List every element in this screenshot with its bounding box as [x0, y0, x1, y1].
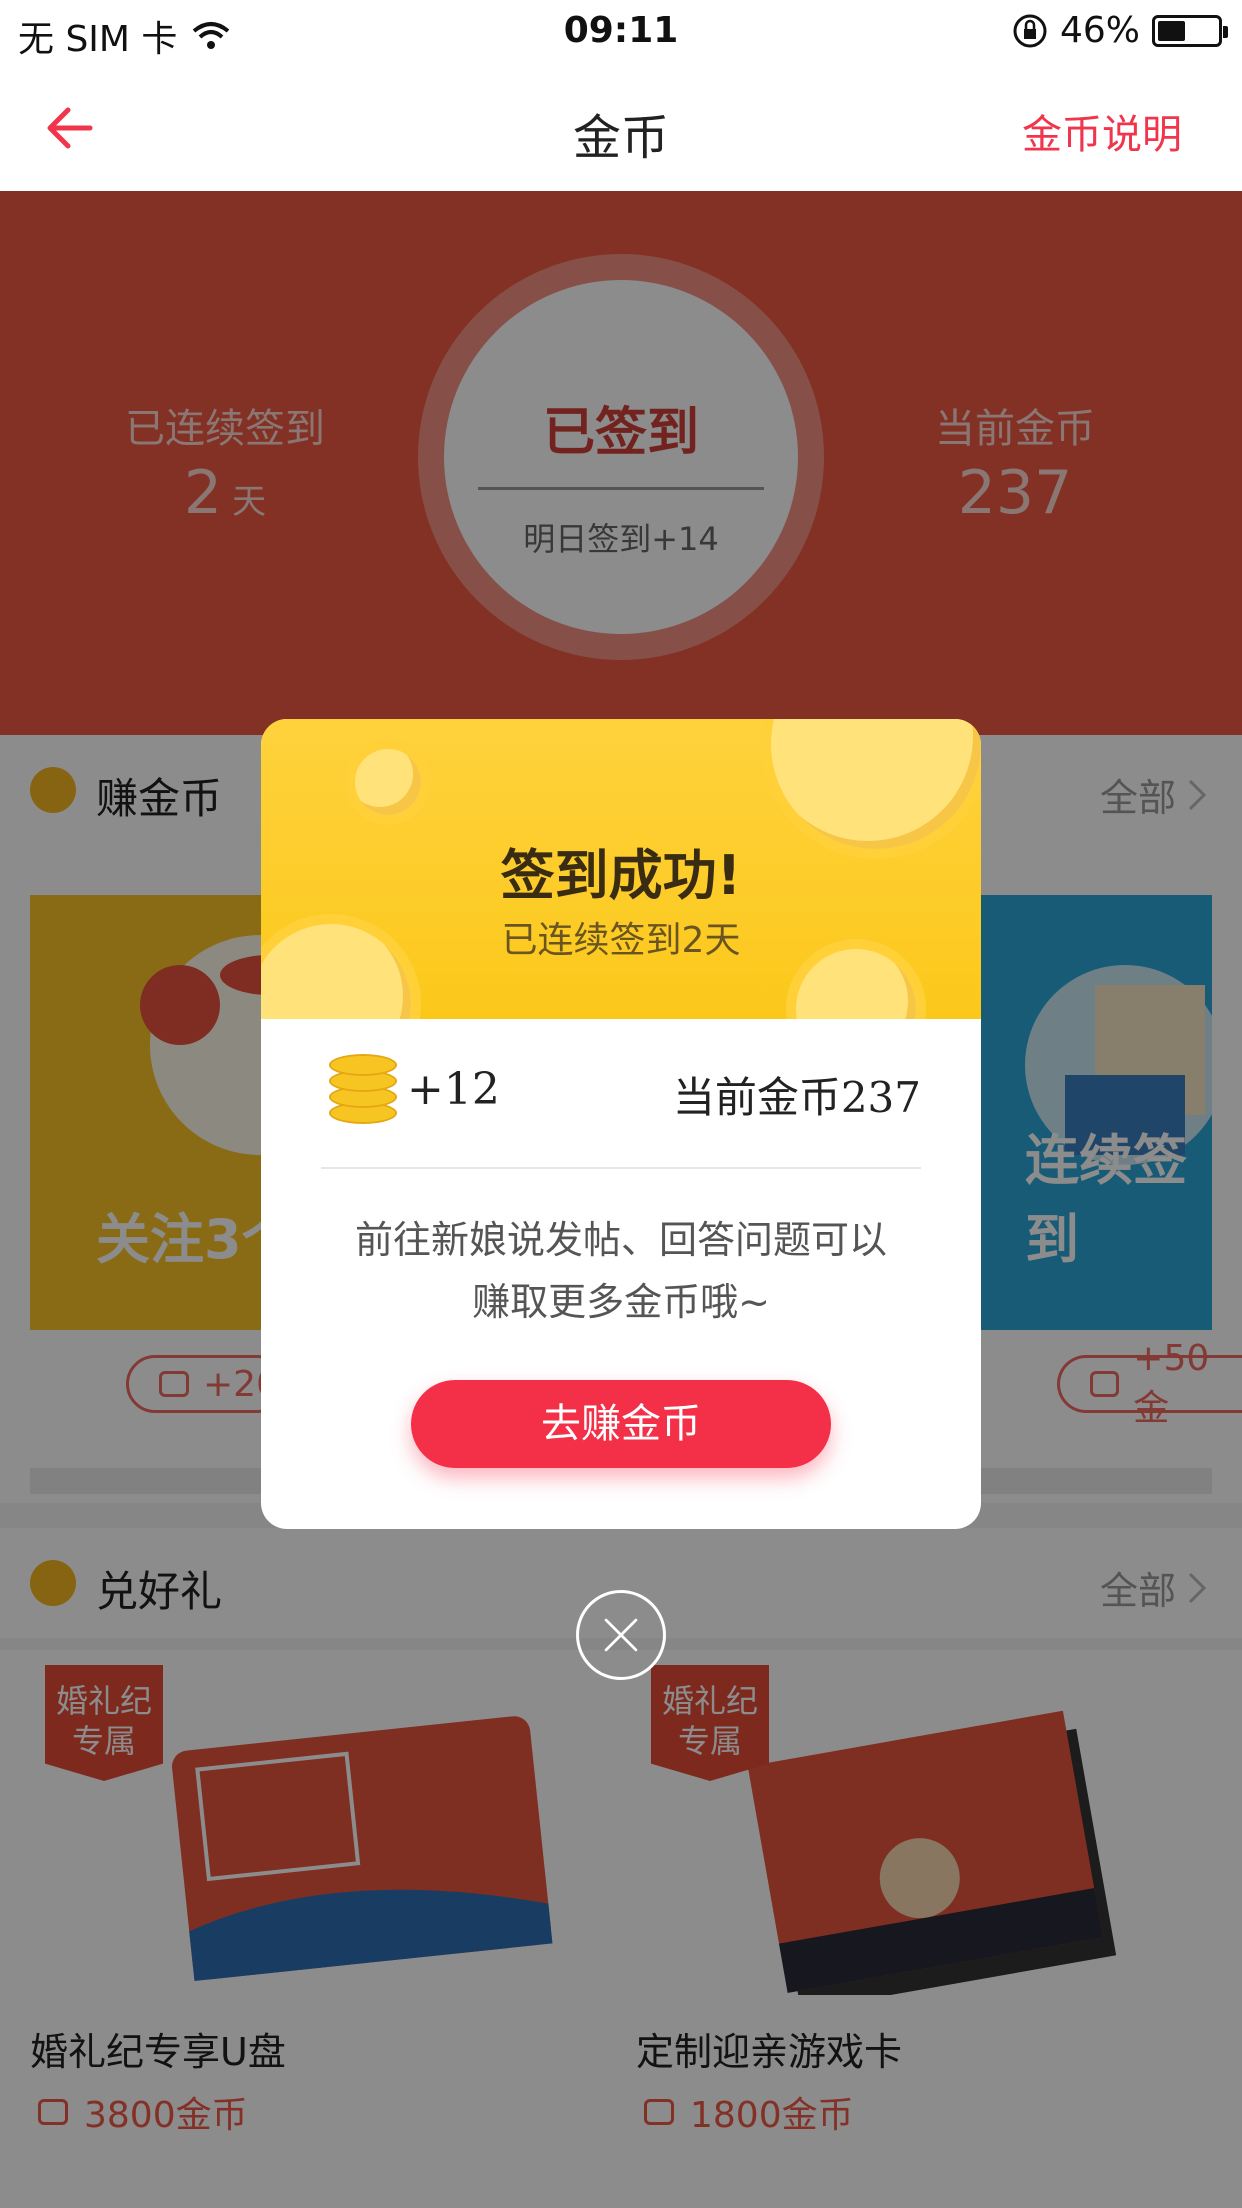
close-icon[interactable]: [576, 1590, 666, 1680]
current-coins: 当前金币237: [672, 1073, 921, 1122]
dialog-subtitle: 已连续签到2天: [501, 920, 741, 961]
description-line: 前往新娘说发帖、回答问题可以: [354, 1218, 887, 1262]
earn-coins-button[interactable]: 去赚金币: [411, 1380, 831, 1468]
coin-decoration: [345, 739, 431, 825]
battery-fill: [1158, 20, 1185, 41]
battery-icon: [1152, 14, 1228, 47]
coins-gained: +12: [407, 1064, 500, 1115]
coin-stack-icon: [329, 1054, 397, 1126]
battery-percent: 46%: [1059, 10, 1140, 51]
rotation-lock-icon: [1013, 14, 1047, 47]
dialog-title: 签到成功!: [500, 844, 742, 907]
status-right: 46%: [1012, 10, 1228, 51]
dialog-header: 签到成功! 已连续签到2天: [261, 719, 981, 1019]
status-bar: 无 SIM 卡 09:11 46%: [0, 0, 1242, 64]
dialog-description: 前往新娘说发帖、回答问题可以 赚取更多金币哦~: [311, 1209, 931, 1333]
description-line: 赚取更多金币哦~: [472, 1280, 770, 1324]
coin-help-link[interactable]: 金币说明: [1022, 102, 1182, 160]
checkin-success-dialog: 签到成功! 已连续签到2天 +12 当前金币237 前往新娘说发帖、回答问题可以…: [261, 719, 981, 1529]
divider: [321, 1167, 921, 1169]
nav-bar: 金币 金币说明: [0, 64, 1242, 191]
